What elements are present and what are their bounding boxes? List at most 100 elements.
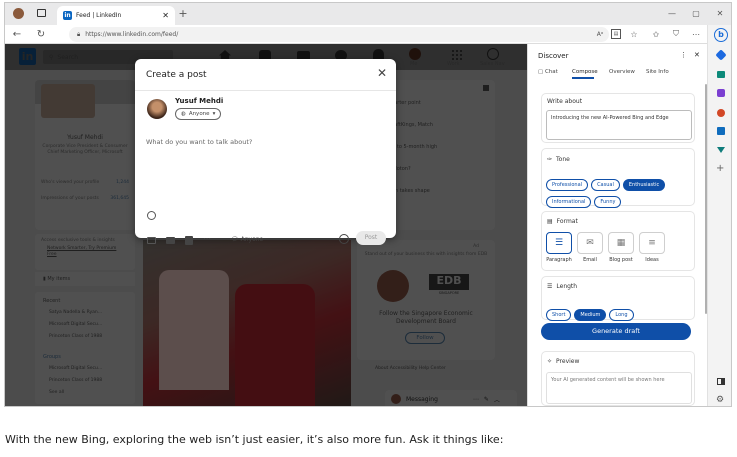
post-textarea[interactable]: What do you want to talk about?: [146, 129, 386, 199]
office-icon[interactable]: [717, 109, 725, 117]
create-post-modal: Create a post ✕ Yusuf Mehdi ◍ Anyone ▾ W…: [135, 59, 396, 245]
length-medium[interactable]: Medium: [574, 309, 607, 321]
tab-actions-icon[interactable]: [37, 9, 46, 17]
tab-linkedin[interactable]: in Feed | LinkedIn ✕: [57, 6, 175, 25]
close-window-icon[interactable]: ✕: [713, 7, 727, 19]
preview-icon: ✧: [547, 358, 553, 365]
tab-compose-underline: [572, 77, 594, 79]
linkedin-page: in ⚲ Search Me Work Sales Nav Yusuf Mehd…: [5, 44, 527, 406]
tab-chat-label: Chat: [544, 69, 558, 75]
email-icon: ✉: [577, 232, 603, 254]
format-label: Format: [556, 218, 578, 225]
tab-site-info[interactable]: Site Info: [646, 69, 669, 75]
comment-control[interactable]: 💬︎ Anyone: [231, 236, 263, 243]
emoji-icon[interactable]: [147, 211, 156, 220]
add-favorite-icon[interactable]: ☆: [629, 28, 639, 40]
format-email[interactable]: ✉ Email: [577, 232, 603, 263]
preview-box: Your AI generated content will be shown …: [546, 372, 692, 404]
format-paragraph-label: Paragraph: [546, 257, 572, 263]
format-blog-post[interactable]: ▦ Blog post: [608, 232, 634, 263]
add-photo-icon[interactable]: [147, 237, 156, 244]
modal-close-icon[interactable]: ✕: [377, 66, 387, 80]
new-tab-icon[interactable]: +: [177, 7, 189, 20]
sidebar-close-icon[interactable]: ✕: [694, 51, 700, 59]
browser-window: in Feed | LinkedIn ✕ + — ▢ ✕ ← ↻ 🔒︎ http…: [4, 2, 732, 407]
outlook-icon[interactable]: [717, 127, 725, 135]
length-label: Length: [556, 283, 578, 290]
tone-icon: ✑: [547, 156, 553, 163]
url-text: https://www.linkedin.com/feed/: [85, 31, 179, 38]
back-icon[interactable]: ←: [11, 28, 23, 40]
profile-avatar[interactable]: [13, 8, 24, 19]
drop-icon[interactable]: [717, 147, 725, 153]
tone-funny[interactable]: Funny: [594, 196, 622, 208]
caret-down-icon: ▾: [212, 111, 216, 117]
bing-icon[interactable]: b: [714, 28, 728, 42]
format-icon: ▤: [547, 218, 553, 225]
tools-icon[interactable]: [717, 71, 725, 78]
read-aloud-icon[interactable]: Aᵃ: [595, 29, 605, 39]
audience-value: Anyone: [188, 111, 210, 117]
more-options-icon[interactable]: ⋯: [203, 234, 211, 243]
tab-chat[interactable]: ▢ Chat: [538, 69, 558, 75]
add-tool-icon[interactable]: +: [716, 163, 724, 174]
sidebar-more-icon[interactable]: ⋮: [680, 51, 687, 59]
schedule-icon[interactable]: [339, 234, 349, 244]
tone-row-2: Informational Funny: [546, 188, 624, 208]
tab-compose[interactable]: Compose: [572, 69, 598, 75]
lock-icon: 🔒︎: [77, 30, 81, 38]
post-placeholder: What do you want to talk about?: [146, 138, 253, 146]
audience-dropdown[interactable]: ◍ Anyone ▾: [175, 108, 222, 120]
length-icon: ☰: [547, 283, 553, 290]
paragraph-icon: ☰: [546, 232, 572, 254]
generate-draft-button[interactable]: Generate draft: [541, 323, 691, 340]
shopping-icon[interactable]: [715, 49, 727, 61]
format-paragraph[interactable]: ☰ Paragraph: [546, 232, 572, 263]
tab-title: Feed | LinkedIn: [76, 12, 122, 19]
author-name: Yusuf Mehdi: [175, 97, 224, 105]
tab-overview[interactable]: Overview: [609, 69, 635, 75]
format-blog-post-label: Blog post: [609, 257, 633, 263]
comment-audience: Anyone: [240, 236, 264, 243]
edge-sidebar-rail: b + ⚙: [707, 25, 731, 406]
tone-informational[interactable]: Informational: [546, 196, 592, 208]
globe-icon: ◍: [181, 111, 186, 117]
discover-title: Discover: [538, 52, 569, 60]
write-about-card: Write about Introducing the new AI-Power…: [541, 93, 695, 143]
length-card: ☰ Length Short Medium Long: [541, 276, 695, 321]
favorites-icon[interactable]: ✩: [651, 28, 661, 40]
games-icon[interactable]: [717, 89, 725, 97]
format-email-label: Email: [583, 257, 597, 263]
preview-label: Preview: [556, 358, 580, 365]
format-card: ▤ Format ☰ Paragraph ✉ Email ▦ Blog post ≡ Ideas: [541, 211, 695, 271]
address-toolbar: ← ↻ 🔒︎ https://www.linkedin.com/feed/ Aᵃ…: [5, 25, 731, 44]
tone-section: ✑ Tone: [547, 156, 570, 163]
ideas-icon: ≡: [639, 232, 665, 254]
preview-card: ✧ Preview Your AI generated content will …: [541, 351, 695, 406]
settings-icon[interactable]: ⚙: [716, 395, 724, 405]
modal-title: Create a post: [146, 70, 207, 80]
minimize-icon[interactable]: —: [665, 7, 679, 19]
write-about-label: Write about: [547, 98, 583, 105]
post-button[interactable]: Post: [356, 231, 386, 245]
length-long[interactable]: Long: [609, 309, 634, 321]
format-ideas-label: Ideas: [645, 257, 659, 263]
extensions-icon[interactable]: ⛉: [671, 28, 681, 40]
author-avatar: [147, 99, 167, 119]
write-about-input[interactable]: Introducing the new AI-Powered Bing and …: [546, 110, 692, 140]
more-icon[interactable]: ⋯: [691, 28, 701, 40]
close-tab-icon[interactable]: ✕: [162, 11, 169, 20]
split-screen-icon[interactable]: [717, 378, 725, 385]
format-ideas[interactable]: ≡ Ideas: [639, 232, 665, 263]
preview-section: ✧ Preview: [547, 358, 579, 365]
address-bar[interactable]: 🔒︎ https://www.linkedin.com/feed/: [69, 27, 609, 42]
tone-enthusiastic[interactable]: Enthusiastic: [622, 179, 666, 191]
length-section: ☰ Length: [547, 283, 577, 290]
add-video-icon[interactable]: [166, 237, 175, 244]
refresh-icon[interactable]: ↻: [35, 28, 47, 40]
length-short[interactable]: Short: [546, 309, 572, 321]
add-document-icon[interactable]: [185, 236, 193, 245]
reading-view-icon[interactable]: ▤: [611, 29, 621, 39]
preview-placeholder: Your AI generated content will be shown …: [551, 377, 665, 383]
maximize-icon[interactable]: ▢: [689, 7, 703, 19]
